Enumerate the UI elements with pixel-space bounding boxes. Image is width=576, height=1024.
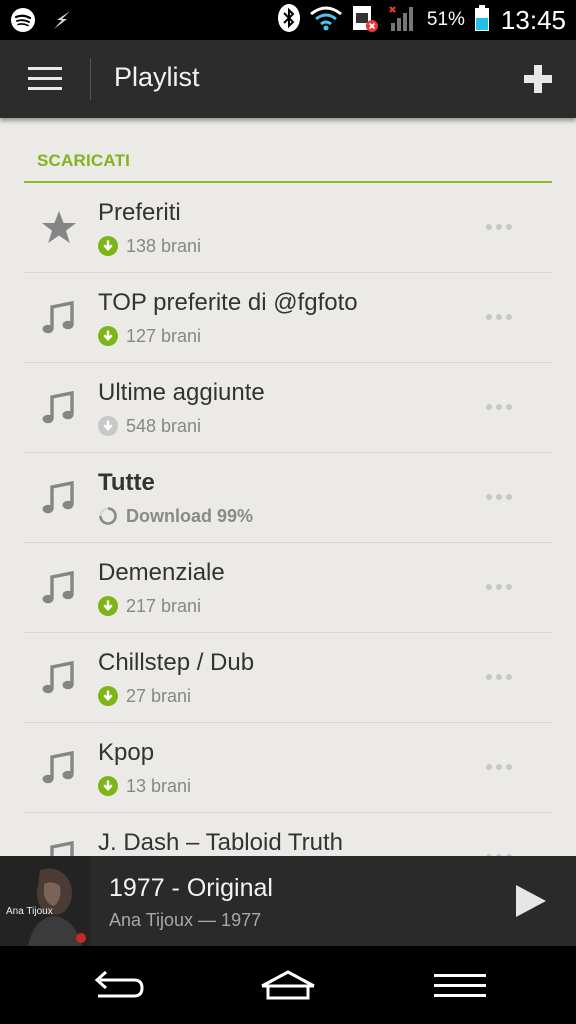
star-icon — [40, 209, 78, 247]
playlist-row[interactable]: TOP preferite di @fgfoto 127 brani — [24, 273, 552, 363]
signal-icon — [387, 3, 419, 38]
more-options-icon[interactable] — [486, 223, 516, 231]
download-progress: Download 99% — [126, 505, 254, 526]
playlist-title: TOP preferite di @fgfoto — [98, 289, 358, 316]
home-icon[interactable] — [256, 966, 320, 1006]
more-options-icon[interactable] — [486, 673, 516, 681]
playlist-row[interactable]: Preferiti 138 brani — [24, 183, 552, 273]
music-note-icon — [40, 839, 78, 856]
more-options-icon[interactable] — [486, 493, 516, 501]
playlist-row[interactable]: Demenziale 217 brani — [24, 543, 552, 633]
playlist-title: Demenziale — [98, 559, 225, 586]
status-bar: 51% 13:45 — [0, 0, 576, 40]
wifi-icon — [309, 5, 343, 36]
sim-card-icon — [351, 3, 379, 38]
menu-icon[interactable] — [428, 966, 492, 1006]
playlist-title: Preferiti — [98, 199, 181, 226]
now-playing-artist: Ana Tijoux — 1977 — [109, 910, 262, 930]
track-count: 27 brani — [126, 685, 192, 706]
more-options-icon[interactable] — [486, 583, 516, 591]
more-options-icon[interactable] — [486, 403, 516, 411]
plus-icon[interactable] — [522, 63, 554, 95]
downloaded-icon — [98, 596, 118, 616]
track-count: 13 brani — [126, 775, 192, 796]
playlist-title: Chillstep / Dub — [98, 649, 255, 676]
downloaded-icon — [98, 776, 118, 796]
playlist-subtitle: 127 brani — [98, 325, 201, 347]
playlist-row[interactable]: Kpop 13 brani — [24, 723, 552, 813]
now-playing-title: 1977 - Original — [109, 874, 273, 902]
hamburger-menu-icon[interactable] — [28, 67, 62, 91]
music-note-icon — [40, 299, 78, 337]
download-pending-icon — [98, 416, 118, 436]
playlist-row[interactable]: Ultime aggiunte 548 brani — [24, 363, 552, 453]
action-bar-divider — [90, 58, 91, 100]
track-count: 138 brani — [126, 235, 202, 256]
action-bar: Playlist — [0, 40, 576, 118]
spotify-icon — [10, 7, 36, 38]
track-count: 548 brani — [126, 415, 202, 436]
section-title: SCARICATI — [37, 151, 131, 170]
playlist-subtitle: 548 brani — [98, 415, 201, 437]
playlist-title: Ultime aggiunte — [98, 379, 265, 406]
music-note-icon — [40, 659, 78, 697]
flash-icon — [50, 8, 74, 37]
now-playing-bar[interactable]: Ana Tijoux 1977 - Original Ana Tijoux — … — [0, 856, 576, 946]
playlist-subtitle: 217 brani — [98, 595, 201, 617]
playlist-subtitle: 13 brani — [98, 775, 191, 797]
back-icon[interactable] — [86, 966, 150, 1006]
downloaded-icon — [98, 686, 118, 706]
playlist-subtitle: 27 brani — [98, 685, 191, 707]
playlist-row[interactable]: J. Dash – Tabloid Truth — [24, 813, 552, 856]
album-art[interactable]: Ana Tijoux — [0, 856, 90, 946]
music-note-icon — [40, 479, 78, 517]
playlist-subtitle: Download 99% — [98, 505, 253, 527]
music-note-icon — [40, 389, 78, 427]
bluetooth-icon — [277, 3, 301, 38]
album-art-text: Ana Tijoux — [6, 906, 53, 917]
page-title: Playlist — [114, 62, 200, 92]
section-header: SCARICATI — [24, 118, 552, 183]
track-count: 127 brani — [126, 325, 202, 346]
downloading-spinner-icon — [98, 506, 118, 526]
playlist-subtitle: 138 brani — [98, 235, 201, 257]
playlist-title: Tutte — [98, 469, 155, 496]
playlist-content: SCARICATI Preferiti 138 brani TOP prefer… — [24, 118, 552, 856]
music-note-icon — [40, 749, 78, 787]
clock: 13:45 — [500, 4, 566, 35]
downloaded-icon — [98, 326, 118, 346]
track-count: 217 brani — [126, 595, 202, 616]
more-options-icon[interactable] — [486, 313, 516, 321]
playlist-list: Preferiti 138 brani TOP preferite di @fg… — [24, 183, 552, 856]
battery-percent: 51% — [426, 9, 465, 30]
playlist-row[interactable]: Chillstep / Dub 27 brani — [24, 633, 552, 723]
playlist-title: J. Dash – Tabloid Truth — [98, 829, 344, 856]
playlist-row[interactable]: Tutte Download 99% — [24, 453, 552, 543]
playlist-title: Kpop — [98, 739, 155, 766]
battery-icon — [473, 3, 491, 38]
more-options-icon[interactable] — [486, 763, 516, 771]
play-icon[interactable] — [512, 883, 548, 919]
system-nav-bar — [0, 946, 576, 1024]
downloaded-icon — [98, 236, 118, 256]
music-note-icon — [40, 569, 78, 607]
